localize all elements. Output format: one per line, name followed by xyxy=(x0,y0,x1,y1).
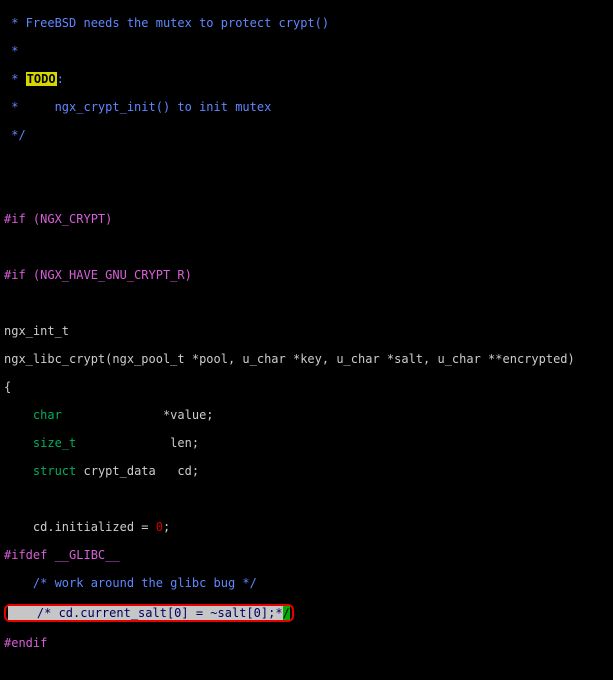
code-line: { xyxy=(4,380,609,394)
comment-line: * xyxy=(4,44,609,58)
todo-badge: TODO xyxy=(26,72,57,86)
blank-line xyxy=(4,492,609,506)
code-line: char *value; xyxy=(4,408,609,422)
preproc-line: #ifdef __GLIBC__ xyxy=(4,548,609,562)
comment-line: * ngx_crypt_init() to init mutex xyxy=(4,100,609,114)
comment-line: * FreeBSD needs the mutex to protect cry… xyxy=(4,16,609,30)
code-line: cd.initialized = 0; xyxy=(4,520,609,534)
blank-line xyxy=(4,664,609,678)
cursor: / xyxy=(283,606,290,620)
code-line: struct crypt_data cd; xyxy=(4,464,609,478)
comment-line: /* work around the glibc bug */ xyxy=(4,576,609,590)
highlight-box: /* cd.current_salt[0] = ~salt[0];*/ xyxy=(4,604,294,622)
blank-line xyxy=(4,240,609,254)
code-editor[interactable]: * FreeBSD needs the mutex to protect cry… xyxy=(0,0,613,680)
preproc-line: #endif xyxy=(4,636,609,650)
code-line: ngx_int_t xyxy=(4,324,609,338)
preproc-line: #if (NGX_HAVE_GNU_CRYPT_R) xyxy=(4,268,609,282)
blank-line xyxy=(4,156,609,170)
comment-line-todo: * TODO: xyxy=(4,72,609,86)
blank-line xyxy=(4,296,609,310)
preproc-line: #if (NGX_CRYPT) xyxy=(4,212,609,226)
comment-line: */ xyxy=(4,128,609,142)
code-line: size_t len; xyxy=(4,436,609,450)
function-signature: ngx_libc_crypt(ngx_pool_t *pool, u_char … xyxy=(4,352,609,366)
highlighted-line: /* cd.current_salt[0] = ~salt[0];*/ xyxy=(4,604,609,622)
blank-line xyxy=(4,184,609,198)
